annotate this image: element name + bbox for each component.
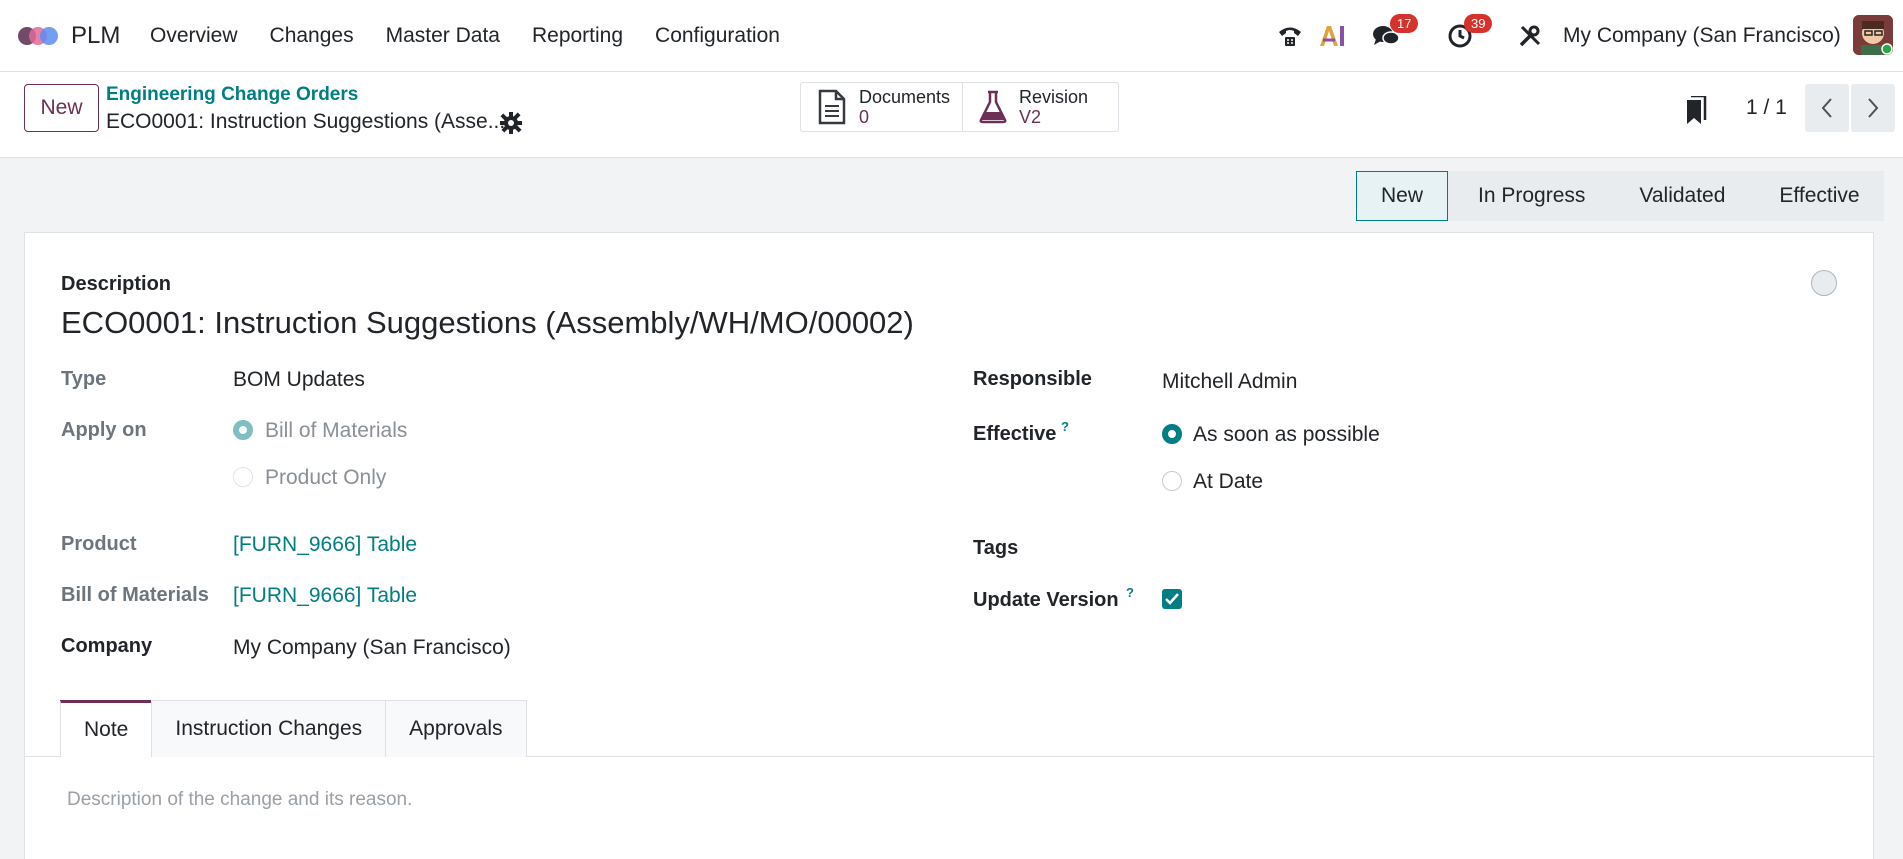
- product-label: Product: [61, 533, 137, 555]
- control-panel: New Engineering Change Orders ECO0001: I…: [0, 72, 1903, 158]
- menu-overview[interactable]: Overview: [150, 24, 238, 48]
- documents-smart-button[interactable]: Documents 0: [801, 83, 963, 131]
- apply-on-label: Apply on: [61, 419, 147, 441]
- chevron-left-icon: [1821, 98, 1832, 118]
- record-title: ECO0001: Instruction Suggestions (Asse..…: [106, 110, 506, 133]
- type-label: Type: [61, 368, 107, 390]
- update-version-help-icon[interactable]: ?: [1126, 585, 1134, 600]
- apply-on-product-radio[interactable]: [233, 467, 253, 487]
- menu-configuration[interactable]: Configuration: [655, 24, 780, 48]
- revision-smart-button[interactable]: Revision V2: [963, 83, 1118, 131]
- app-name[interactable]: PLM: [71, 22, 120, 50]
- user-avatar[interactable]: [1853, 15, 1893, 55]
- effective-label: Effective: [973, 423, 1057, 445]
- top-navbar: PLM Overview Changes Master Data Reporti…: [0, 0, 1903, 72]
- document-icon: [818, 89, 846, 125]
- new-button[interactable]: New: [24, 84, 99, 132]
- tools-icon[interactable]: [1512, 18, 1548, 54]
- effective-help-icon[interactable]: ?: [1061, 419, 1069, 434]
- menu-master-data[interactable]: Master Data: [386, 24, 500, 48]
- tab-note[interactable]: Note: [60, 700, 153, 757]
- form-sheet: Description ECO0001: Instruction Suggest…: [24, 232, 1875, 859]
- messages-icon[interactable]: 17: [1368, 14, 1419, 54]
- responsible-field[interactable]: Mitchell Admin: [1162, 370, 1297, 394]
- type-field[interactable]: BOM Updates: [233, 368, 365, 392]
- description-label: Description: [61, 273, 172, 295]
- stage-statusbar: New In Progress Validated Effective: [1356, 171, 1884, 221]
- apply-on-product-label: Product Only: [265, 466, 387, 489]
- product-link[interactable]: [FURN_9666] Table: [233, 533, 417, 557]
- company-switcher[interactable]: My Company (San Francisco): [1563, 24, 1841, 48]
- revision-value: V2: [1019, 107, 1042, 127]
- ai-icon[interactable]: [1314, 18, 1350, 54]
- stage-new[interactable]: New: [1356, 171, 1449, 221]
- pager-previous-button[interactable]: [1805, 84, 1849, 132]
- tab-approvals[interactable]: Approvals: [385, 700, 527, 757]
- revision-label: Revision: [1019, 87, 1089, 107]
- breadcrumb-link[interactable]: Engineering Change Orders: [106, 84, 358, 106]
- phone-icon[interactable]: [1272, 18, 1308, 54]
- stage-in-progress[interactable]: In Progress: [1448, 171, 1610, 221]
- flask-icon: [979, 90, 1007, 124]
- update-version-checkbox[interactable]: [1162, 589, 1182, 609]
- check-icon: [1165, 593, 1179, 605]
- activities-icon[interactable]: 39: [1442, 14, 1493, 54]
- company-field[interactable]: My Company (San Francisco): [233, 636, 511, 660]
- menu-reporting[interactable]: Reporting: [532, 24, 623, 48]
- tab-instruction-changes[interactable]: Instruction Changes: [151, 700, 387, 757]
- bom-link[interactable]: [FURN_9666] Table: [233, 584, 417, 608]
- update-version-label: Update Version: [973, 589, 1119, 611]
- activities-badge: 39: [1464, 14, 1493, 33]
- menu-changes[interactable]: Changes: [270, 24, 354, 48]
- app-logo-icon[interactable]: [18, 21, 60, 51]
- priority-status-circle[interactable]: [1811, 270, 1837, 296]
- tags-label: Tags: [973, 537, 1019, 559]
- stage-effective[interactable]: Effective: [1749, 171, 1884, 221]
- effective-asap-label: As soon as possible: [1193, 423, 1380, 446]
- effective-at-date-radio[interactable]: [1162, 471, 1182, 491]
- main-menu: Overview Changes Master Data Reporting C…: [150, 24, 812, 48]
- company-label: Company: [61, 635, 153, 657]
- note-field[interactable]: Description of the change and its reason…: [67, 789, 412, 811]
- description-field[interactable]: ECO0001: Instruction Suggestions (Assemb…: [61, 305, 914, 341]
- stage-validated[interactable]: Validated: [1609, 171, 1750, 221]
- documents-label: Documents: [859, 87, 951, 107]
- gear-icon[interactable]: [500, 112, 522, 134]
- apply-on-bom-label: Bill of Materials: [265, 419, 408, 442]
- notebook-tabs: Note Instruction Changes Approvals: [60, 700, 527, 757]
- effective-asap-radio[interactable]: [1162, 424, 1182, 444]
- smart-buttons: Documents 0 Revision V2: [800, 82, 1119, 132]
- pager-next-button[interactable]: [1851, 84, 1895, 132]
- apply-on-bom-radio[interactable]: [233, 420, 253, 440]
- responsible-label: Responsible: [973, 368, 1092, 390]
- pager-value[interactable]: 1 / 1: [1746, 96, 1787, 120]
- bookmark-icon[interactable]: [1683, 96, 1707, 126]
- effective-at-date-label: At Date: [1193, 470, 1264, 493]
- bom-label: Bill of Materials: [61, 584, 209, 606]
- chevron-right-icon: [1868, 98, 1879, 118]
- documents-count: 0: [859, 107, 870, 127]
- messages-badge: 17: [1390, 14, 1419, 33]
